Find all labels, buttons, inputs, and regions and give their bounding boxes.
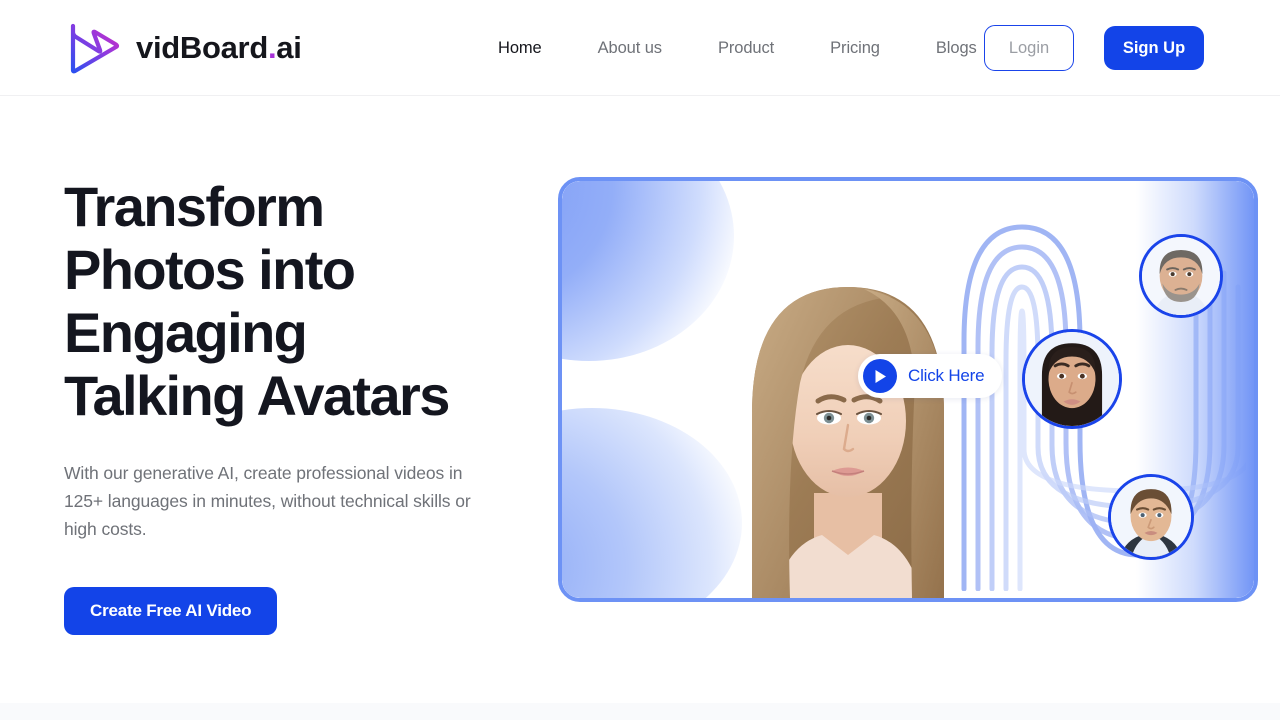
avatar-man-grey-beard-image — [1142, 237, 1220, 315]
signup-button[interactable]: Sign Up — [1104, 26, 1204, 70]
login-button[interactable]: Login — [984, 25, 1074, 71]
click-here-label: Click Here — [908, 366, 985, 385]
hero-copy: Transform Photos into Engaging Talking A… — [64, 175, 534, 635]
hero-title-line-1: Transform — [64, 175, 325, 238]
auth-actions: Login Sign Up — [984, 0, 1204, 96]
avatar-man-grey-beard[interactable] — [1139, 234, 1223, 318]
brand-name-suffix: ai — [276, 30, 302, 65]
landing-page: vidBoard.ai Home About us Product Pricin… — [0, 0, 1280, 720]
nav-item-about-us[interactable]: About us — [570, 39, 690, 58]
woman-portrait — [752, 287, 944, 598]
nav-item-pricing[interactable]: Pricing — [802, 39, 908, 58]
site-header: vidBoard.ai Home About us Product Pricin… — [0, 0, 1280, 96]
play-icon — [863, 359, 897, 393]
nav-item-product[interactable]: Product — [690, 39, 802, 58]
hero-title-line-3: Engaging — [64, 301, 308, 364]
vidboard-play-logo-icon — [70, 23, 120, 74]
click-here-badge[interactable]: Click Here — [858, 354, 1003, 398]
brand-name-main: vidBoard — [136, 30, 268, 65]
avatar-man-short-hair-image — [1111, 477, 1191, 557]
nav-item-home[interactable]: Home — [470, 39, 570, 58]
hero-title-line-4: Talking Avatars — [64, 364, 450, 427]
create-free-ai-video-button[interactable]: Create Free AI Video — [64, 587, 278, 635]
footer-band — [0, 703, 1280, 720]
hero-video-panel[interactable]: Click Here — [558, 177, 1258, 602]
main-navigation: Home About us Product Pricing Blogs — [470, 0, 1005, 96]
play-triangle-icon — [875, 369, 886, 383]
avatar-woman-dark-hair[interactable] — [1022, 329, 1122, 429]
hero-subtitle: With our generative AI, create professio… — [64, 463, 471, 539]
hero-title-line-2: Photos into — [64, 238, 356, 301]
brand-name: vidBoard.ai — [136, 30, 302, 66]
avatar-woman-dark-hair-image — [1025, 332, 1119, 426]
video-preview-canvas: Click Here — [562, 181, 1254, 598]
brand-logo[interactable]: vidBoard.ai — [64, 0, 302, 96]
page-title: Transform Photos into Engaging Talking A… — [64, 175, 534, 427]
avatar-man-short-hair[interactable] — [1108, 474, 1194, 560]
decorative-blob-top-left — [562, 181, 734, 361]
